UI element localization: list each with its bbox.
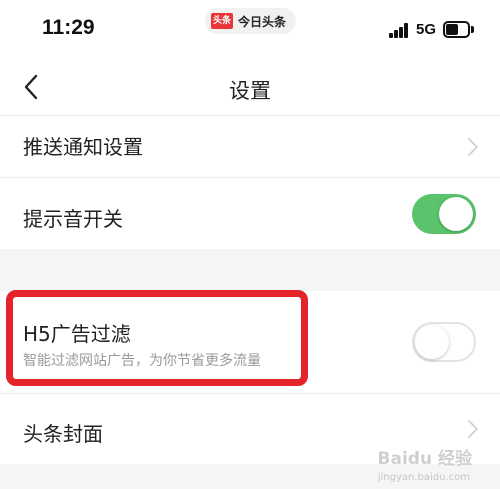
toggle-knob (415, 325, 449, 359)
app-name: 今日头条 (238, 14, 287, 29)
network-type: 5G (416, 21, 437, 38)
navigation-bar: 设置 (0, 58, 500, 116)
settings-row-sound: 提示音开关 (0, 178, 500, 249)
h5-filter-toggle[interactable] (412, 322, 476, 362)
battery-icon (443, 21, 474, 38)
settings-row-label: 头条封面 (23, 422, 103, 446)
page-title: 设置 (229, 79, 271, 103)
watermark: Baidu 经验 (377, 449, 472, 469)
signal-strength-icon (389, 23, 409, 38)
settings-row-label: 提示音开关 (23, 207, 123, 231)
settings-row-label: 推送通知设置 (23, 135, 143, 159)
chevron-right-icon (468, 138, 478, 156)
section-separator (0, 249, 500, 291)
sound-toggle[interactable] (412, 194, 476, 234)
chevron-right-icon (468, 420, 478, 438)
highlight-annotation (6, 290, 308, 386)
status-bar: 11:29 头条 今日头条 5G (0, 0, 500, 58)
settings-row-push[interactable]: 推送通知设置 (0, 117, 500, 177)
watermark-url: jingyan.baidu.com (377, 472, 470, 483)
toggle-knob (439, 197, 473, 231)
app-indicator-pill[interactable]: 头条 今日头条 (205, 8, 297, 34)
app-logo-icon: 头条 (211, 13, 233, 29)
status-time: 11:29 (42, 16, 95, 39)
